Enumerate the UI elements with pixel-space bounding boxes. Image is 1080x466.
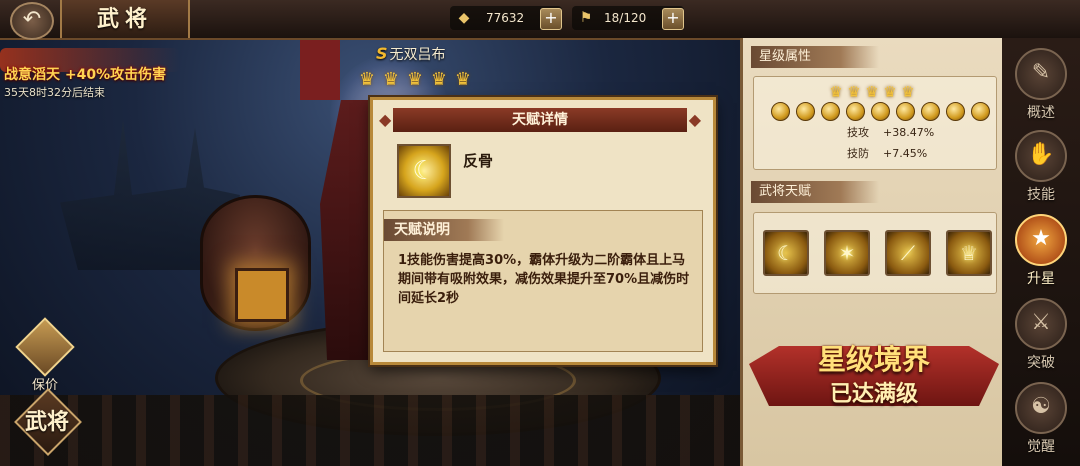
- stat-label: 技攻: [847, 126, 869, 139]
- crown-icon: ♛: [865, 83, 879, 101]
- nav-awaken[interactable]: ☯ 觉醒: [1011, 382, 1071, 462]
- talent-description-text: 1技能伤害提高30%，霸体升级为二阶霸体且上马期间带有吸附效果，减伤效果提升至7…: [398, 253, 690, 306]
- crown-icon: ♛: [883, 83, 897, 101]
- talent-name: 反骨: [463, 152, 494, 170]
- war-banner: [300, 40, 340, 100]
- stamina-value: 18/120: [604, 11, 647, 25]
- star-orb-icon: [871, 102, 890, 121]
- nav-label: 升星: [1027, 271, 1055, 287]
- gold-value: 77632: [486, 11, 525, 25]
- crown-icon: ♛: [901, 83, 915, 101]
- talent-slash-icon[interactable]: ⟋: [885, 230, 931, 276]
- star-orbs: [771, 102, 990, 121]
- back-button[interactable]: ↶: [10, 2, 54, 40]
- sword-break-icon: ⚔: [1015, 298, 1067, 350]
- talent-fangu-icon[interactable]: ☾: [763, 230, 809, 276]
- star-orb-icon: [821, 102, 840, 121]
- crown-icon: ♛: [847, 83, 861, 101]
- add-gold-button[interactable]: +: [540, 8, 562, 30]
- stat-row: 技攻 +38.47%: [847, 124, 934, 140]
- protect-price-button[interactable]: 保价: [15, 317, 75, 393]
- star-orb-icon: [971, 102, 990, 121]
- talent-lightning-icon[interactable]: ✶: [824, 230, 870, 276]
- star-attributes-header: 星级属性: [751, 46, 879, 68]
- crown-icon: ♛: [454, 69, 472, 90]
- stat-value: +38.47%: [883, 126, 935, 139]
- stamina-flag-icon: ⚑: [579, 10, 593, 26]
- nav-overview[interactable]: ✎ 概述: [1011, 48, 1071, 128]
- hero-name-text: 无双吕布: [389, 47, 446, 63]
- stat-row: 技防 +7.45%: [847, 145, 927, 161]
- stat-value: +7.45%: [883, 147, 928, 160]
- hero-name: S 无双吕布: [376, 44, 446, 64]
- talent-icon-row: ☾ ✶ ⟋ ♕: [763, 230, 992, 276]
- crown-icon: ♛: [430, 69, 448, 90]
- railing: [0, 395, 740, 466]
- talent-bell-icon[interactable]: ♕: [946, 230, 992, 276]
- hero-grade-badge: S: [376, 44, 388, 63]
- star-max-banner: 星级境界 已达满级: [749, 330, 999, 416]
- gold-ingot-icon: ◆: [458, 10, 470, 26]
- add-stamina-button[interactable]: +: [662, 8, 684, 30]
- meditate-icon: ☯: [1015, 382, 1067, 434]
- nav-label: 觉醒: [1027, 439, 1055, 455]
- nav-star-up[interactable]: ★ 升星: [1011, 214, 1071, 294]
- star-up-icon: ★: [1015, 214, 1067, 266]
- talent-description-box: 天赋说明 1技能伤害提高30%，霸体升级为二阶霸体且上马期间带有吸附效果，减伤效…: [383, 210, 703, 352]
- top-bar: ↶ 武将 ◆ 77632 + ⚑ 18/120 +: [0, 0, 1080, 40]
- flame-hand-icon: ✋: [1015, 130, 1067, 182]
- lantern: [235, 268, 289, 322]
- talent-description-header: 天赋说明: [384, 219, 504, 241]
- generals-button[interactable]: 武将: [14, 388, 82, 456]
- crown-icon: ♛: [829, 83, 843, 101]
- page-title: 武将: [96, 6, 153, 32]
- max-level-label: 已达满级: [829, 381, 918, 407]
- side-navigation: ✎ 概述 ✋ 技能 ★ 升星 ⚔ 突破 ☯ 觉醒: [1002, 38, 1080, 466]
- nav-label: 概述: [1027, 105, 1055, 121]
- star-orb-icon: [771, 102, 790, 121]
- talent-fangu-icon: ☾: [397, 144, 451, 198]
- book-icon: ✎: [1015, 48, 1067, 100]
- modal-title: 天赋详情: [379, 108, 701, 132]
- nav-label: 技能: [1027, 187, 1055, 203]
- gold-resource: ◆ 77632 +: [450, 6, 562, 30]
- stamina-resource: ⚑ 18/120 +: [572, 6, 684, 30]
- event-title[interactable]: 战意滔天 +40%攻击伤害: [4, 64, 166, 84]
- generals-label: 武将: [24, 409, 69, 435]
- nav-skills[interactable]: ✋ 技能: [1011, 130, 1071, 210]
- nav-label: 突破: [1027, 355, 1055, 371]
- nav-breakthrough[interactable]: ⚔ 突破: [1011, 298, 1071, 378]
- page-title-box: 武将: [60, 0, 190, 38]
- talent-detail-modal[interactable]: 天赋详情 ☾ 反骨 天赋说明 1技能伤害提高30%，霸体升级为二阶霸体且上马期间…: [370, 97, 716, 365]
- crown-icon: ♛: [382, 69, 400, 90]
- star-info-panel: 星级属性 ♛ ♛ ♛ ♛ ♛ 技攻 +38.47% 技防 +7.45% 武将天赋 ☾…: [740, 38, 1005, 466]
- hero-crowns: ♛ ♛ ♛ ♛ ♛: [356, 70, 474, 90]
- general-talent-header: 武将天赋: [751, 181, 879, 203]
- star-orb-icon: [921, 102, 940, 121]
- crown-icon: ♛: [358, 69, 376, 90]
- star-realm-label: 星级境界: [817, 343, 930, 376]
- back-arrow-icon: ↶: [22, 7, 42, 32]
- event-countdown: 35天8时32分后结束: [4, 86, 105, 99]
- star-orb-icon: [846, 102, 865, 121]
- shield-icon: [15, 317, 75, 377]
- star-orb-icon: [796, 102, 815, 121]
- stat-label: 技防: [847, 147, 869, 160]
- crown-icon: ♛: [406, 69, 424, 90]
- star-crowns: ♛ ♛ ♛ ♛ ♛: [827, 82, 917, 102]
- star-orb-icon: [896, 102, 915, 121]
- star-orb-icon: [946, 102, 965, 121]
